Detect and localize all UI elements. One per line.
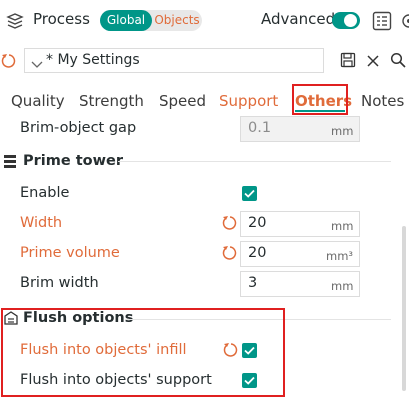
mode-global-button[interactable]: Global xyxy=(100,10,152,31)
compare-settings-icon[interactable] xyxy=(372,11,392,31)
prime-volume-unit: mm³ xyxy=(326,249,354,263)
enable-label: Enable xyxy=(20,185,70,201)
scrollbar[interactable] xyxy=(402,226,406,391)
process-icon xyxy=(6,12,24,30)
width-value: 20 xyxy=(248,215,267,231)
prime-volume-label: Prime volume xyxy=(20,245,120,261)
brim-width-label: Brim width xyxy=(20,275,99,291)
chevron-down-icon xyxy=(31,55,43,68)
prime-tower-title: Prime tower xyxy=(23,153,124,169)
brim-gap-unit: mm xyxy=(331,124,354,138)
settings-icon[interactable] xyxy=(399,11,409,31)
reset-prime-volume-icon[interactable] xyxy=(221,244,237,262)
panel-title: Process xyxy=(33,10,90,28)
brim-width-unit: mm xyxy=(331,279,354,293)
prime-volume-value: 20 xyxy=(248,245,267,261)
enable-checkbox[interactable] xyxy=(242,186,257,201)
save-icon[interactable] xyxy=(340,52,356,68)
advanced-label: Advanced xyxy=(261,10,336,28)
tab-speed[interactable]: Speed xyxy=(159,91,206,111)
section-divider xyxy=(118,161,391,162)
tab-strength[interactable]: Strength xyxy=(79,91,144,111)
others-tab-highlight xyxy=(292,84,348,115)
flush-options-highlight xyxy=(1,308,285,397)
brim-width-value: 3 xyxy=(248,275,258,291)
preset-name: * My Settings xyxy=(46,52,140,68)
reset-width-icon[interactable] xyxy=(221,214,237,232)
close-icon[interactable] xyxy=(366,53,380,67)
search-icon[interactable] xyxy=(390,52,406,68)
width-label: Width xyxy=(20,215,63,231)
advanced-toggle-knob xyxy=(344,14,357,27)
reset-preset-icon[interactable] xyxy=(0,52,16,70)
tab-support[interactable]: Support xyxy=(219,91,278,111)
tab-notes[interactable]: Notes xyxy=(361,91,404,111)
brim-gap-label: Brim-object gap xyxy=(20,120,137,136)
prime-tower-icon xyxy=(2,153,18,169)
tab-quality[interactable]: Quality xyxy=(11,91,65,111)
width-unit: mm xyxy=(331,219,354,233)
mode-objects-button[interactable]: Objects xyxy=(152,10,202,31)
brim-gap-value: 0.1 xyxy=(248,120,272,136)
